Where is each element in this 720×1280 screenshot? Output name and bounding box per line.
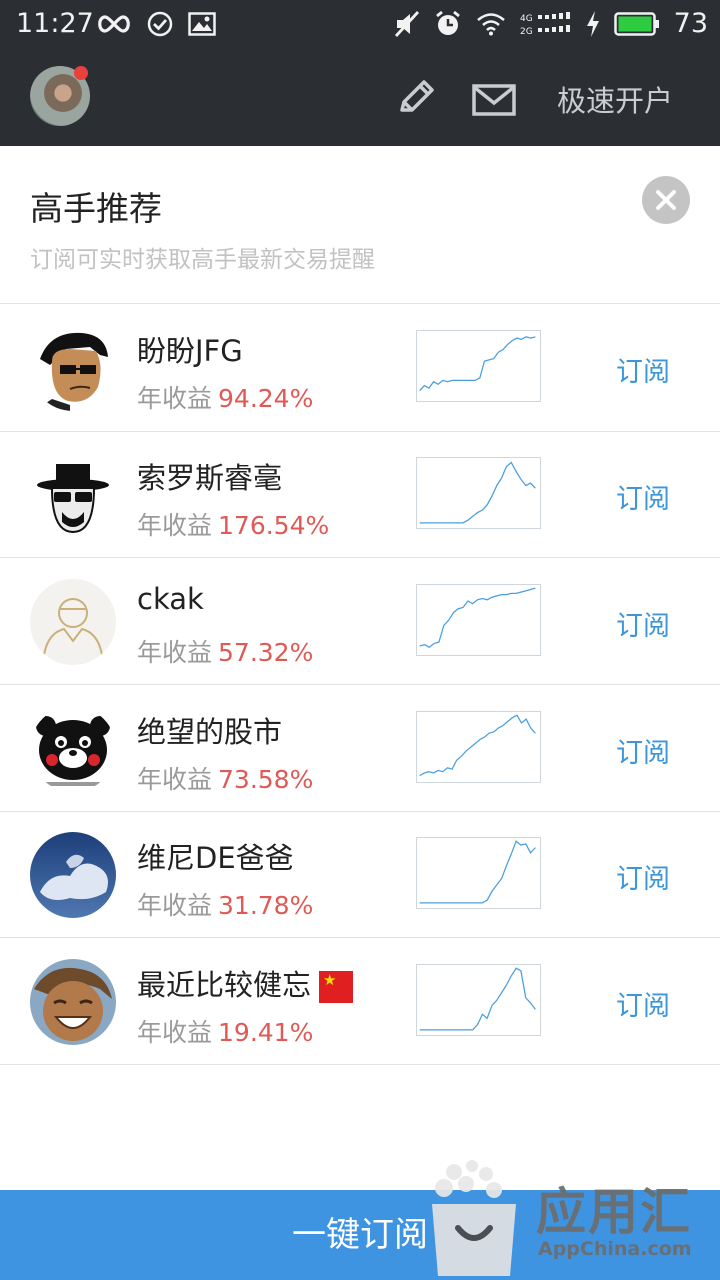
close-button[interactable] — [642, 176, 690, 224]
trader-row[interactable]: 维尼DE爸爸 年收益 31.78% 订阅 — [0, 811, 720, 937]
mail-icon[interactable] — [472, 84, 516, 116]
trader-name: ckak — [137, 582, 204, 616]
trader-sparkline — [416, 964, 541, 1036]
trader-avatar[interactable] — [30, 832, 116, 918]
app-header: 极速开户 — [0, 50, 720, 146]
card-subtitle: 订阅可实时获取高手最新交易提醒 — [30, 247, 375, 273]
wifi-icon — [476, 12, 505, 35]
annual-return-value: 176.54% — [218, 511, 330, 540]
infinity-icon — [98, 15, 130, 33]
china-flag-icon: ★ — [319, 971, 354, 1003]
annual-return-label: 年收益 — [137, 638, 213, 667]
alarm-icon — [435, 10, 460, 35]
pencil-icon[interactable] — [396, 78, 436, 118]
divider — [0, 1064, 720, 1065]
image-icon — [188, 12, 216, 36]
check-circle-icon — [147, 11, 173, 37]
charging-icon — [586, 10, 599, 37]
svg-text:4G: 4G — [520, 14, 533, 24]
status-notification-icons — [96, 10, 216, 38]
annual-return-value: 73.58% — [218, 765, 314, 794]
trader-sparkline — [416, 584, 541, 656]
trader-avatar[interactable] — [30, 325, 116, 411]
watermark-domain: AppChina.com — [538, 1238, 692, 1260]
status-bar: 11:27 4G 2G 73 — [0, 0, 720, 50]
notification-dot — [74, 66, 88, 80]
watermark-brand: 应用汇 — [536, 1183, 692, 1241]
trader-avatar[interactable] — [30, 579, 116, 665]
battery-level: 73 — [673, 8, 708, 39]
trader-name: 绝望的股市 — [137, 715, 283, 749]
trader-row[interactable]: 盼盼JFG 年收益 94.24% 订阅 — [0, 304, 720, 430]
trader-annual-return: 年收益 94.24% — [137, 379, 313, 415]
battery-icon — [613, 11, 659, 36]
trader-name-text: 最近比较健忘 — [137, 968, 312, 1002]
trader-row[interactable]: 最近比较健忘 ★ 年收益 19.41% 订阅 — [0, 938, 720, 1064]
signal-icon: 4G2G — [520, 11, 570, 37]
subscribe-button[interactable]: 订阅 — [616, 477, 670, 516]
card-title: 高手推荐 — [30, 189, 162, 228]
subscribe-button[interactable]: 订阅 — [616, 984, 670, 1023]
trader-name: 盼盼JFG — [137, 334, 243, 368]
subscribe-button[interactable]: 订阅 — [616, 604, 670, 643]
trader-name: 维尼DE爸爸 — [137, 841, 294, 875]
trader-row[interactable]: 绝望的股市 年收益 73.58% 订阅 — [0, 685, 720, 811]
trader-annual-return: 年收益 73.58% — [137, 760, 313, 796]
subscribe-button[interactable]: 订阅 — [616, 731, 670, 770]
close-icon — [656, 190, 676, 210]
trader-annual-return: 年收益 57.32% — [137, 633, 313, 669]
trader-annual-return: 年收益 19.41% — [137, 1013, 313, 1049]
quick-open-account-link[interactable]: 极速开户 — [557, 78, 673, 120]
annual-return-label: 年收益 — [137, 384, 213, 413]
annual-return-label: 年收益 — [137, 511, 213, 540]
svg-text:2G: 2G — [520, 27, 533, 37]
trader-row[interactable]: 索罗斯睿毫 年收益 176.54% 订阅 — [0, 431, 720, 557]
annual-return-value: 19.41% — [218, 1018, 314, 1047]
trader-avatar[interactable] — [30, 452, 116, 538]
trader-row[interactable]: ckak 年收益 57.32% 订阅 — [0, 558, 720, 684]
trader-annual-return: 年收益 176.54% — [137, 506, 329, 542]
status-system-icons: 4G 2G 73 — [394, 8, 708, 39]
annual-return-value: 31.78% — [218, 891, 314, 920]
trader-name: 最近比较健忘 ★ — [137, 962, 354, 1004]
annual-return-value: 57.32% — [218, 638, 314, 667]
status-time: 11:27 — [16, 8, 94, 39]
trader-avatar[interactable] — [30, 706, 116, 792]
trader-avatar[interactable] — [30, 959, 116, 1045]
appchina-watermark: 应用汇 AppChina.com — [424, 1158, 720, 1280]
annual-return-label: 年收益 — [137, 891, 213, 920]
trader-sparkline — [416, 837, 541, 909]
annual-return-label: 年收益 — [137, 1018, 213, 1047]
mute-icon — [394, 10, 419, 37]
trader-sparkline — [416, 330, 541, 402]
trader-name: 索罗斯睿毫 — [137, 461, 283, 495]
annual-return-value: 94.24% — [218, 384, 314, 413]
annual-return-label: 年收益 — [137, 765, 213, 794]
trader-sparkline — [416, 457, 541, 529]
trader-annual-return: 年收益 31.78% — [137, 886, 313, 922]
subscribe-button[interactable]: 订阅 — [616, 857, 670, 896]
subscribe-button[interactable]: 订阅 — [616, 350, 670, 389]
trader-sparkline — [416, 711, 541, 783]
shopping-bag-logo-icon — [432, 1160, 516, 1276]
